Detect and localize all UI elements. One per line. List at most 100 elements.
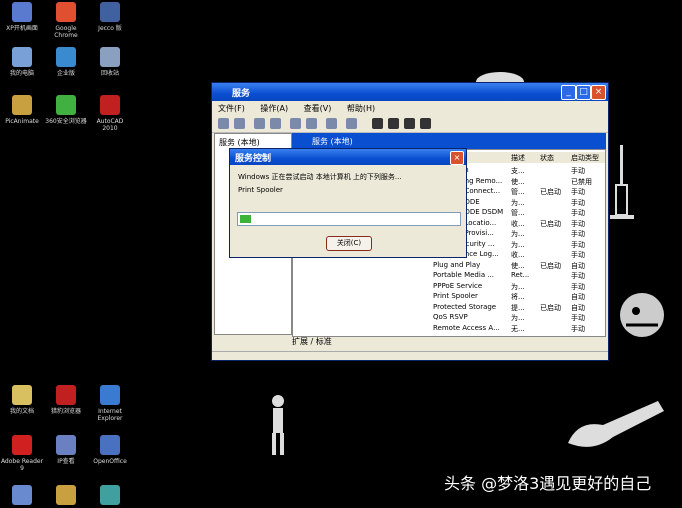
desktop-icon[interactable]: XP开机画面 [0,2,44,32]
menu-view[interactable]: 查看(V) [304,103,332,114]
progress-fill [240,215,251,223]
app-icon [100,435,120,455]
back-icon[interactable] [218,118,229,129]
service-desc: 收... [511,251,525,259]
desktop-icon[interactable]: 企业版 [44,47,88,77]
service-desc: 管... [511,188,525,196]
desktop-icon[interactable] [0,485,44,508]
app-icon [56,485,76,505]
desktop-icon[interactable]: 我的电脑 [0,47,44,77]
service-desc: 收... [511,219,525,228]
desktop-icon[interactable]: Google Chrome [44,2,88,39]
services-pane-header: 服务 (本地) [292,133,606,149]
app-icon [12,435,32,455]
service-control-dialog[interactable]: 服务控制 × Windows 正在尝试启动 本地计算机 上的下列服务... Pr… [229,148,467,258]
forward-icon[interactable] [234,118,245,129]
up-icon[interactable] [254,118,265,129]
desktop-icon[interactable]: Adobe Reader 9 [0,435,44,472]
service-name: Plug and Play [433,260,481,269]
desktop-icon-label: Internet Explorer [97,408,123,422]
service-name: Print Spooler [433,292,478,300]
wallpaper-figure-icon [272,395,284,455]
desktop-icon[interactable]: 回收站 [88,47,132,77]
start-icon[interactable] [372,118,383,129]
properties-icon[interactable] [346,118,357,129]
service-desc: 将... [511,293,525,301]
service-startup: 手动 [571,188,585,196]
desktop-icon[interactable]: OpenOffice [88,435,132,465]
restart-icon[interactable] [420,118,431,129]
minimize-button[interactable]: _ [561,85,576,100]
close-button[interactable]: × [591,85,606,100]
service-row[interactable]: PPPoE Service 为... 手动 [293,281,605,291]
service-name: Protected Storage [433,302,497,311]
desktop-icon[interactable]: 360安全浏览器 [44,95,88,125]
show-tree-icon[interactable] [270,118,281,129]
pause-icon[interactable] [404,118,415,129]
desktop-icon-label: 猎豹浏览器 [50,408,81,415]
service-startup: 自动 [571,303,585,312]
service-desc: 使... [511,261,525,270]
app-icon [56,47,76,67]
wallpaper-creature-icon [620,293,664,337]
col-desc[interactable]: 描述 [511,153,525,163]
app-icon [100,95,120,115]
service-status: 已启动 [540,188,561,196]
service-row[interactable]: Protected Storage 提... 已启动 自动 [293,302,605,312]
dialog-titlebar[interactable]: 服务控制 × [230,149,466,165]
menu-bar: 文件(F) 操作(A) 查看(V) 帮助(H) [212,101,608,115]
service-startup: 手动 [571,282,585,291]
service-startup: 已禁用 [571,177,592,186]
service-row[interactable]: Plug and Play 使... 已启动 自动 [293,260,605,270]
services-titlebar[interactable]: 服务 _ □ × [212,83,608,101]
service-startup: 自动 [571,293,585,301]
stop-icon[interactable] [388,118,399,129]
service-desc: Ret... [511,271,530,279]
app-icon [12,95,32,115]
service-row[interactable]: QoS RSVP 为... 手动 [293,312,605,322]
desktop-icon[interactable]: 我的文档 [0,385,44,415]
service-desc: 为... [511,240,525,249]
menu-help[interactable]: 帮助(H) [347,103,375,114]
wallpaper-sword-icon [610,145,634,219]
app-icon [100,385,120,405]
menu-action[interactable]: 操作(A) [260,103,288,114]
service-desc: 为... [511,282,525,291]
export-icon[interactable] [306,118,317,129]
view-tabs[interactable]: 扩展 / 标准 [292,336,332,347]
dialog-title: 服务控制 [235,154,272,164]
service-row[interactable]: Print Spooler 将... 自动 [293,291,605,301]
service-name: PPPoE Service [433,281,483,290]
desktop-icon[interactable]: PicAnimate [0,95,44,125]
dialog-message: Windows 正在尝试启动 本地计算机 上的下列服务... [238,173,402,181]
col-status[interactable]: 状态 [540,153,554,163]
desktop-icon-label: 360安全浏览器 [45,118,87,125]
service-row[interactable]: Remote Access A... 无... 手动 [293,323,605,333]
tree-root-services[interactable]: 服务 (本地) [219,137,260,148]
services-pane-title: 服务 (本地) [312,137,353,146]
desktop-icon[interactable] [88,485,132,508]
service-startup: 手动 [571,324,585,333]
desktop-icon[interactable]: Internet Explorer [88,385,132,422]
progress-bar [237,212,461,226]
menu-file[interactable]: 文件(F) [218,103,245,114]
desktop-icon[interactable]: IP查看 [44,435,88,465]
service-name: QoS RSVP [433,313,468,321]
service-desc: 使... [511,177,525,186]
desktop-icon[interactable]: Jecco 版 [88,2,132,32]
maximize-button[interactable]: □ [576,85,591,100]
service-desc: 支... [511,167,525,175]
refresh-icon[interactable] [290,118,301,129]
close-dialog-button[interactable]: 关闭(C) [326,236,372,251]
desktop-icon[interactable]: 猎豹浏览器 [44,385,88,415]
help-icon[interactable] [326,118,337,129]
status-bar [212,351,608,360]
desktop-icon[interactable] [44,485,88,508]
dialog-service-name: Print Spooler [238,186,283,194]
col-startup[interactable]: 启动类型 [571,153,599,163]
dialog-close-button[interactable]: × [450,151,464,165]
desktop-icon[interactable]: AutoCAD 2010 [88,95,132,132]
desktop-icon-label: OpenOffice [93,458,127,465]
app-icon [100,485,120,505]
service-row[interactable]: Portable Media ... Ret... 手动 [293,270,605,280]
